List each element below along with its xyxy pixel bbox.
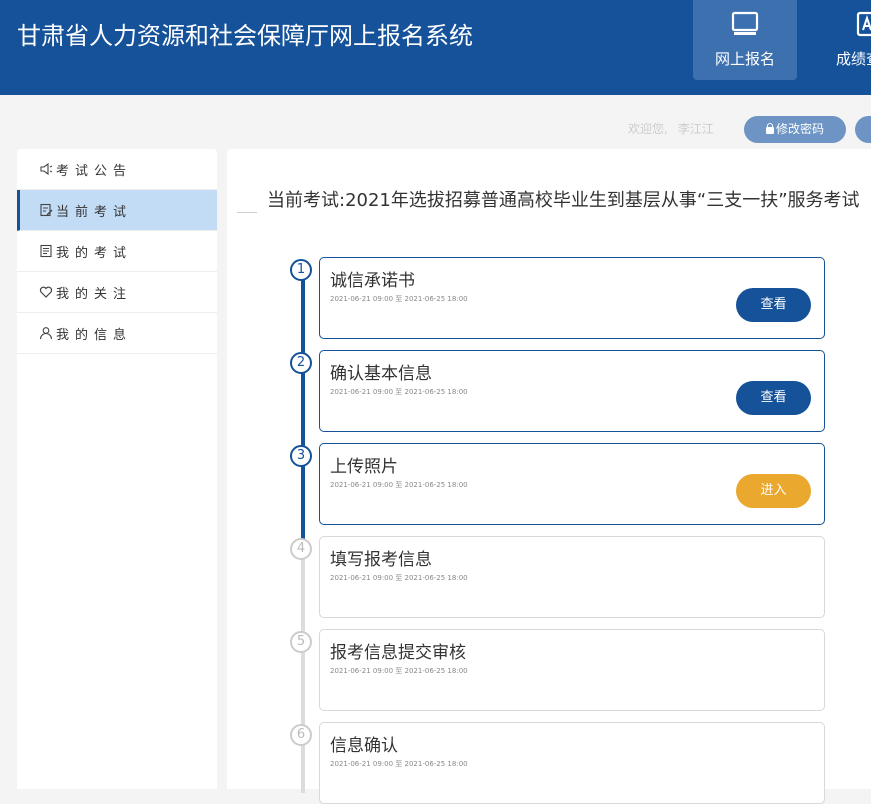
sidebar: 考试公告 当前考试 我的考试 我的关注 我的信息	[17, 149, 217, 789]
view-button[interactable]: 查看	[736, 288, 811, 322]
edit-document-icon	[40, 203, 53, 217]
step-number: 2	[290, 352, 312, 374]
lock-icon	[765, 123, 774, 134]
enter-button[interactable]: 进入	[736, 474, 811, 508]
change-password-button[interactable]: 修改密码	[744, 116, 846, 143]
step-title: 填写报考信息	[330, 550, 432, 570]
sidebar-item-my-info[interactable]: 我的信息	[17, 313, 217, 354]
document-list-icon	[40, 244, 52, 258]
monitor-icon	[731, 11, 759, 35]
nav-score-query[interactable]: 成绩查询	[822, 0, 871, 80]
step-title: 信息确认	[330, 736, 398, 756]
user-icon	[39, 327, 53, 340]
step-card: 确认基本信息 2021-06-21 09:00 至 2021-06-25 18:…	[319, 350, 825, 432]
sidebar-item-current-exam[interactable]: 当前考试	[17, 190, 217, 231]
step-time: 2021-06-21 09:00 至 2021-06-25 18:00	[330, 388, 468, 396]
sidebar-item-label: 我的关注	[56, 286, 133, 302]
step-time: 2021-06-21 09:00 至 2021-06-25 18:00	[330, 760, 468, 768]
step-card: 信息确认 2021-06-21 09:00 至 2021-06-25 18:00	[319, 722, 825, 804]
step-time: 2021-06-21 09:00 至 2021-06-25 18:00	[330, 295, 468, 303]
step-card: 诚信承诺书 2021-06-21 09:00 至 2021-06-25 18:0…	[319, 257, 825, 339]
step-number: 4	[290, 538, 312, 560]
sidebar-item-label: 当前考试	[56, 204, 133, 220]
title-divider	[237, 212, 257, 213]
header: 甘肃省人力资源和社会保障厅网上报名系统 网上报名 成绩查询	[0, 0, 871, 95]
timeline-active	[301, 267, 305, 543]
sidebar-item-my-follows[interactable]: 我的关注	[17, 272, 217, 313]
step-number: 5	[290, 631, 312, 653]
step-title: 上传照片	[330, 457, 398, 477]
step-time: 2021-06-21 09:00 至 2021-06-25 18:00	[330, 481, 468, 489]
step-time: 2021-06-21 09:00 至 2021-06-25 18:00	[330, 574, 468, 582]
step-title: 诚信承诺书	[330, 271, 415, 291]
nav-online-registration[interactable]: 网上报名	[693, 0, 797, 80]
welcome-text: 欢迎您, 李江江	[628, 120, 714, 137]
welcome-label: 欢迎您,	[628, 122, 668, 136]
sidebar-item-my-exams[interactable]: 我的考试	[17, 231, 217, 272]
view-button[interactable]: 查看	[736, 381, 811, 415]
sidebar-item-label: 我的信息	[56, 327, 133, 343]
logout-button[interactable]	[855, 116, 871, 143]
user-name: 李江江	[677, 122, 714, 136]
step-card: 填写报考信息 2021-06-21 09:00 至 2021-06-25 18:…	[319, 536, 825, 618]
grade-icon	[856, 11, 871, 37]
nav-label: 网上报名	[714, 50, 775, 68]
step-number: 6	[290, 724, 312, 746]
sidebar-item-exam-notices[interactable]: 考试公告	[17, 149, 217, 190]
sidebar-item-label: 考试公告	[56, 163, 133, 179]
step-number: 3	[290, 445, 312, 467]
change-password-label: 修改密码	[775, 122, 824, 136]
timeline-inactive	[301, 543, 305, 793]
step-title: 报考信息提交审核	[330, 643, 466, 663]
step-title: 确认基本信息	[330, 364, 432, 384]
nav-label: 成绩查询	[836, 50, 871, 68]
megaphone-icon	[40, 162, 53, 176]
step-card: 上传照片 2021-06-21 09:00 至 2021-06-25 18:00…	[319, 443, 825, 525]
heart-icon	[39, 286, 53, 298]
main-panel: 当前考试:2021年选拔招募普通高校毕业生到基层从事“三支一扶”服务考试 1 诚…	[227, 149, 871, 804]
site-title: 甘肃省人力资源和社会保障厅网上报名系统	[17, 22, 473, 50]
step-time: 2021-06-21 09:00 至 2021-06-25 18:00	[330, 667, 468, 675]
sidebar-item-label: 我的考试	[56, 245, 133, 261]
exam-title: 当前考试:2021年选拔招募普通高校毕业生到基层从事“三支一扶”服务考试	[267, 190, 860, 211]
step-card: 报考信息提交审核 2021-06-21 09:00 至 2021-06-25 1…	[319, 629, 825, 711]
step-number: 1	[290, 259, 312, 281]
